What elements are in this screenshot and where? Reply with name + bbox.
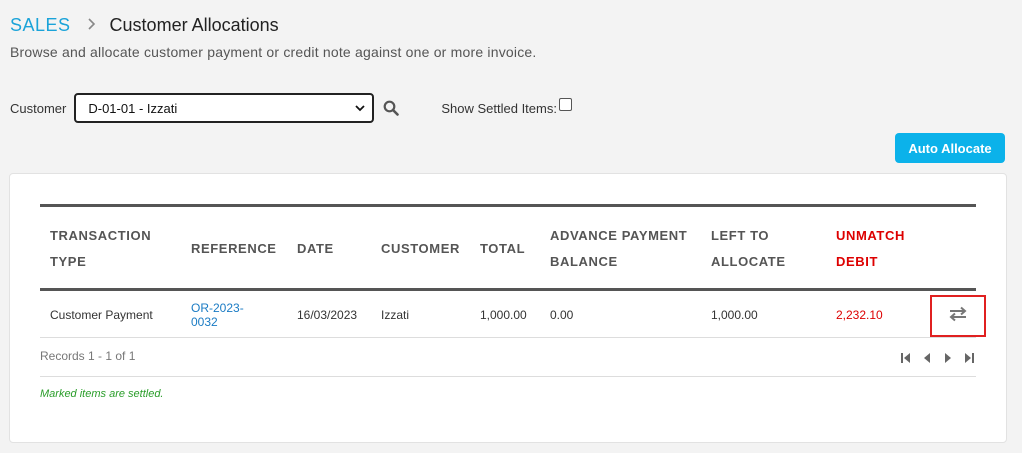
chevron-down-icon [354, 102, 366, 114]
cell-date: 16/03/2023 [297, 307, 358, 322]
breadcrumb: SALES Customer Allocations [10, 15, 279, 36]
col-total[interactable]: TOTAL [480, 207, 525, 291]
table-header: TRANSACTION TYPE REFERENCE DATE CUSTOMER … [40, 204, 976, 291]
show-settled-checkbox[interactable] [558, 97, 572, 111]
auto-allocate-button[interactable]: Auto Allocate [895, 133, 1005, 163]
cell-total: 1,000.00 [480, 307, 527, 322]
first-page-icon[interactable] [900, 351, 912, 363]
prev-page-icon[interactable] [921, 351, 933, 363]
col-customer[interactable]: CUSTOMER [381, 207, 460, 291]
cell-reference-line1: OR-2023- [191, 300, 244, 315]
records-count: Records 1 - 1 of 1 [40, 349, 136, 363]
swap-arrows-icon [948, 306, 968, 327]
cell-advance-payment-balance: 0.00 [550, 307, 574, 322]
col-unmatch-line2: DEBIT [836, 254, 878, 269]
col-advance-line2: BALANCE [550, 254, 618, 269]
col-date[interactable]: DATE [297, 207, 334, 291]
customer-select[interactable]: D-01-01 - Izzati [74, 93, 375, 123]
page-title: Customer Allocations [109, 15, 279, 35]
breadcrumb-sales-link[interactable]: SALES [10, 15, 71, 36]
footer-divider [40, 376, 976, 377]
page-subtitle: Browse and allocate customer payment or … [10, 44, 537, 60]
col-left-line1: LEFT TO [711, 228, 770, 243]
cell-left-to-allocate: 1,000.00 [711, 307, 758, 322]
allocations-table: TRANSACTION TYPE REFERENCE DATE CUSTOMER … [40, 204, 986, 338]
cell-reference-link[interactable]: OR-2023- 0032 [191, 291, 244, 338]
col-unmatch-debit[interactable]: UNMATCH DEBIT [836, 207, 905, 291]
customer-label: Customer [10, 100, 67, 116]
settled-note: Marked items are settled. [40, 388, 164, 400]
col-transaction-type-line1: TRANSACTION [50, 228, 152, 243]
col-transaction-type[interactable]: TRANSACTION TYPE [50, 207, 151, 291]
filter-bar: Customer D-01-01 - Izzati Show Settled I… [10, 93, 572, 123]
cell-customer: Izzati [381, 307, 410, 322]
last-page-icon[interactable] [963, 351, 975, 363]
col-left-to-allocate[interactable]: LEFT TO ALLOCATE [711, 207, 786, 291]
next-page-icon[interactable] [942, 351, 954, 363]
customer-select-value: D-01-01 - Izzati [88, 100, 178, 116]
search-icon[interactable] [383, 100, 400, 116]
col-advance-line1: ADVANCE PAYMENT [550, 228, 688, 243]
col-reference[interactable]: REFERENCE [191, 207, 277, 291]
pagination [900, 351, 975, 363]
cell-reference-line2: 0032 [191, 314, 218, 329]
cell-unmatch-debit: 2,232.10 [836, 307, 883, 322]
col-unmatch-line1: UNMATCH [836, 228, 905, 243]
allocations-panel: TRANSACTION TYPE REFERENCE DATE CUSTOMER … [9, 173, 1007, 443]
col-transaction-type-line2: TYPE [50, 254, 87, 269]
allocate-row-button[interactable] [930, 295, 986, 337]
cell-transaction-type: Customer Payment [50, 307, 153, 322]
col-left-line2: ALLOCATE [711, 254, 786, 269]
col-advance-payment-balance[interactable]: ADVANCE PAYMENT BALANCE [550, 207, 687, 291]
chevron-right-icon [87, 17, 96, 35]
show-settled-label: Show Settled Items: [441, 100, 557, 116]
table-row: Customer Payment OR-2023- 0032 16/03/2023… [40, 291, 986, 338]
